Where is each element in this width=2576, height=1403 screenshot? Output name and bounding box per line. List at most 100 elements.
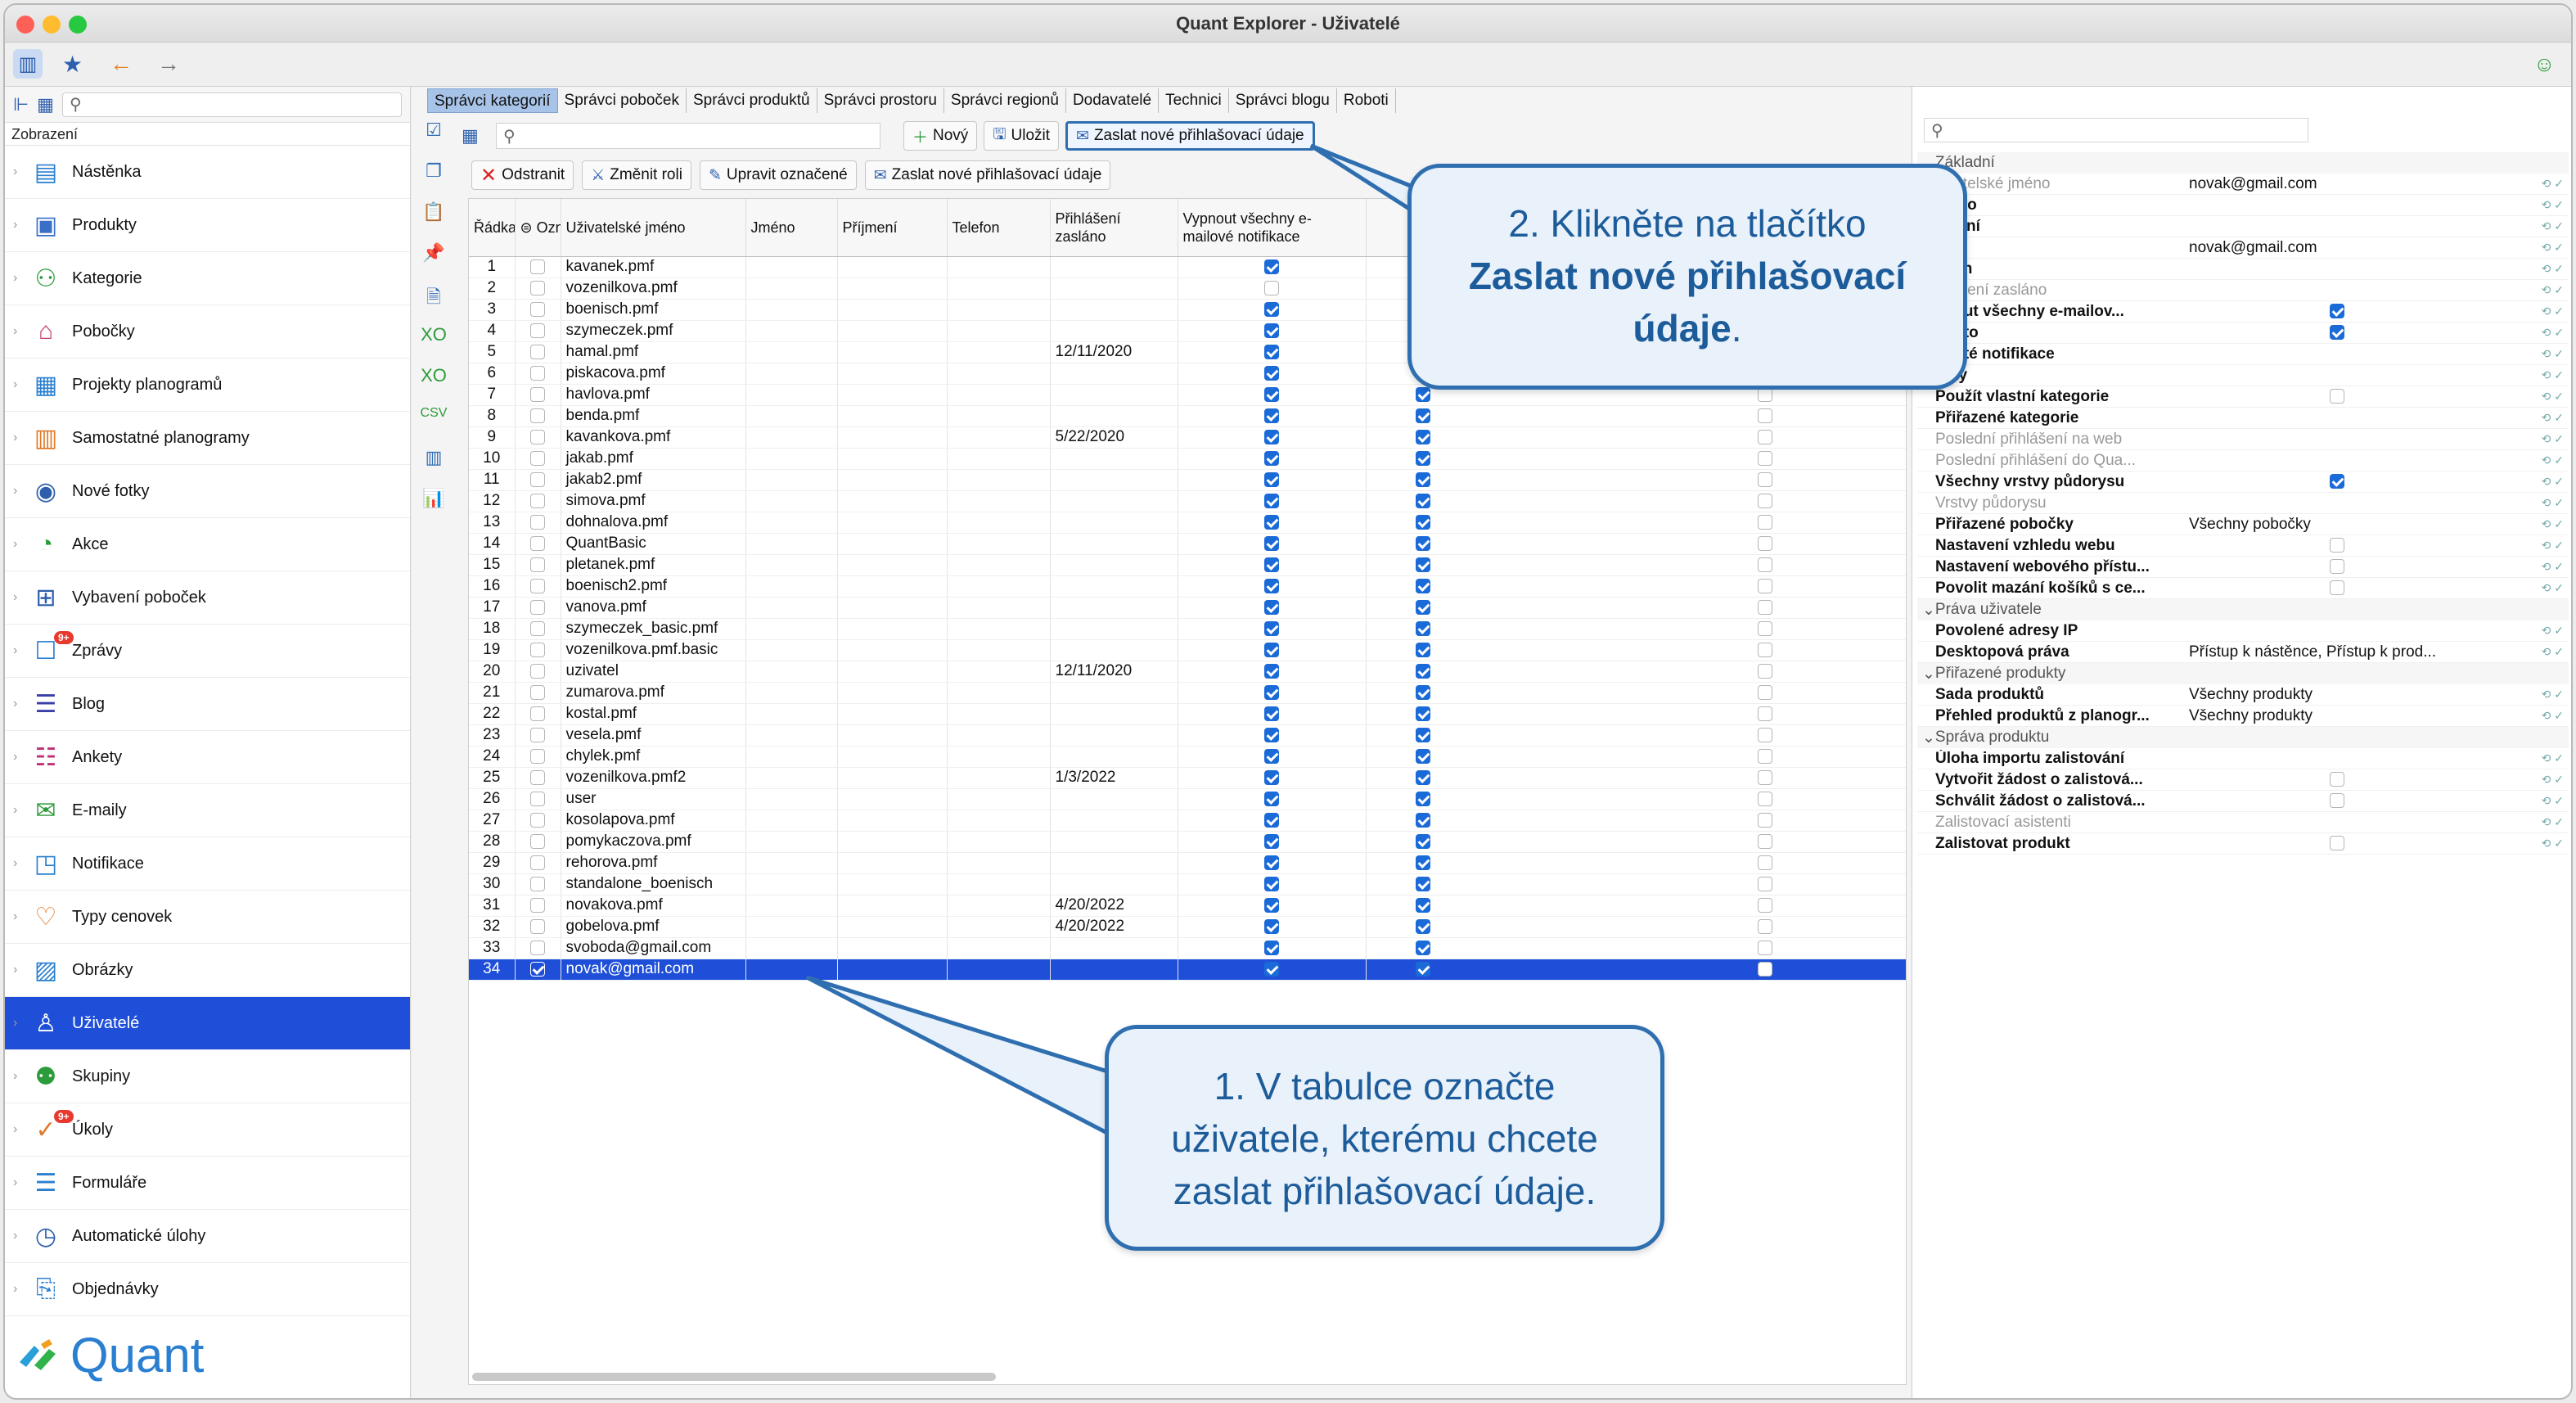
table-row[interactable]: 29 rehorova.pmf <box>469 852 1906 874</box>
marked-cell[interactable] <box>515 277 561 300</box>
marked-cell[interactable] <box>515 405 561 427</box>
extra-checkbox[interactable] <box>1415 599 1430 615</box>
disable-notifications-checkbox[interactable] <box>1264 557 1279 572</box>
extra-checkbox-2[interactable] <box>1757 855 1772 870</box>
property-group-header[interactable]: ⌄ Správa produktu <box>1917 727 2569 748</box>
login-sent-cell[interactable] <box>1050 788 1178 810</box>
property-row[interactable]: Desktopová práva Přístup k nástěnce, Přís… <box>1917 642 2569 663</box>
first-name-cell[interactable] <box>745 320 838 342</box>
disable-notifications-cell[interactable] <box>1178 320 1367 342</box>
table-row[interactable]: 13 dohnalova.pmf <box>469 512 1906 534</box>
row-number-cell[interactable]: 27 <box>469 810 516 832</box>
sidebar-search-input[interactable]: ⚲ <box>61 92 402 117</box>
reset-apply-icon[interactable]: ⟲ ✓ <box>2529 709 2569 723</box>
marked-checkbox[interactable] <box>530 727 545 742</box>
sidebar-item[interactable]: › ◷ Automatické úlohy <box>5 1210 410 1263</box>
extra-cell[interactable] <box>1366 448 1906 470</box>
row-number-cell[interactable]: 25 <box>469 767 516 789</box>
first-name-cell[interactable] <box>745 895 838 917</box>
property-checkbox[interactable] <box>2330 538 2344 553</box>
login-sent-cell[interactable]: 5/22/2020 <box>1050 426 1178 449</box>
last-name-cell[interactable] <box>837 788 948 810</box>
reset-apply-icon[interactable]: ⟲ ✓ <box>2529 496 2569 510</box>
disable-notifications-checkbox[interactable] <box>1264 706 1279 721</box>
extra-cell[interactable] <box>1366 767 1906 789</box>
property-row[interactable]: mailnovak@gmail.com⟲ ✓ <box>1917 237 2569 259</box>
last-name-cell[interactable] <box>837 575 948 598</box>
property-value[interactable] <box>2184 558 2529 576</box>
disable-notifications-cell[interactable] <box>1178 490 1367 512</box>
marked-cell[interactable] <box>515 724 561 747</box>
marked-checkbox[interactable] <box>530 514 545 530</box>
extra-checkbox-2[interactable] <box>1757 429 1772 444</box>
disable-notifications-checkbox[interactable] <box>1264 429 1279 444</box>
login-sent-cell[interactable] <box>1050 320 1178 342</box>
last-name-cell[interactable] <box>837 703 948 725</box>
disable-notifications-cell[interactable] <box>1178 299 1367 321</box>
col-row-number[interactable]: Řádka <box>469 199 516 257</box>
table-view-icon[interactable]: ▦ <box>462 125 489 147</box>
row-number-cell[interactable]: 28 <box>469 831 516 853</box>
disable-notifications-checkbox[interactable] <box>1264 791 1279 806</box>
first-name-cell[interactable] <box>745 299 838 321</box>
marked-cell[interactable] <box>515 384 561 406</box>
extra-cell[interactable] <box>1366 639 1906 661</box>
extra-checkbox[interactable] <box>1415 748 1430 764</box>
table-row[interactable]: 34 novak@gmail.com <box>469 959 1906 981</box>
extra-checkbox[interactable] <box>1415 471 1430 487</box>
disable-notifications-checkbox[interactable] <box>1264 408 1279 423</box>
disable-notifications-cell[interactable] <box>1178 277 1367 300</box>
phone-cell[interactable] <box>947 299 1051 321</box>
tab[interactable]: Technici <box>1159 88 1229 113</box>
row-number-cell[interactable]: 26 <box>469 788 516 810</box>
last-name-cell[interactable] <box>837 639 948 661</box>
login-sent-cell[interactable] <box>1050 682 1178 704</box>
marked-checkbox[interactable] <box>530 280 545 295</box>
last-name-cell[interactable] <box>837 490 948 512</box>
first-name-cell[interactable] <box>745 873 838 895</box>
username-cell[interactable]: novak@gmail.com <box>561 959 746 981</box>
login-sent-cell[interactable] <box>1050 597 1178 619</box>
property-checkbox[interactable] <box>2330 559 2344 575</box>
disable-notifications-cell[interactable] <box>1178 639 1367 661</box>
login-sent-cell[interactable] <box>1050 831 1178 853</box>
disable-notifications-cell[interactable] <box>1178 916 1367 938</box>
marked-checkbox[interactable] <box>530 301 545 317</box>
marked-checkbox[interactable] <box>530 940 545 955</box>
phone-cell[interactable] <box>947 426 1051 449</box>
col-disable-notifications[interactable]: Vypnout všechny e-mailové notifikace <box>1178 199 1367 257</box>
username-cell[interactable]: szymeczek_basic.pmf <box>561 618 746 640</box>
property-row[interactable]: pnout všechny e-mailov... ⟲ ✓ <box>1917 301 2569 323</box>
marked-cell[interactable] <box>515 810 561 832</box>
extra-cell[interactable] <box>1366 597 1906 619</box>
property-checkbox[interactable] <box>2330 389 2344 404</box>
marked-checkbox[interactable] <box>530 833 545 849</box>
property-row[interactable]: Přehled produktů z planogr... Všechny pro… <box>1917 706 2569 727</box>
last-name-cell[interactable] <box>837 405 948 427</box>
phone-cell[interactable] <box>947 831 1051 853</box>
disable-notifications-cell[interactable] <box>1178 767 1367 789</box>
disable-notifications-checkbox[interactable] <box>1264 812 1279 828</box>
row-number-cell[interactable]: 17 <box>469 597 516 619</box>
tab[interactable]: Správci prostoru <box>817 88 944 113</box>
username-cell[interactable]: vesela.pmf <box>561 724 746 747</box>
phone-cell[interactable] <box>947 639 1051 661</box>
disable-notifications-cell[interactable] <box>1178 661 1367 683</box>
columns-icon[interactable]: ▥ <box>417 447 450 475</box>
login-sent-cell[interactable] <box>1050 256 1178 278</box>
property-row[interactable]: Povolit mazání košíků s ce... ⟲ ✓ <box>1917 578 2569 599</box>
marked-checkbox[interactable] <box>530 599 545 615</box>
property-value[interactable] <box>2184 303 2529 321</box>
chevron-right-icon[interactable]: › <box>13 750 17 765</box>
login-sent-cell[interactable] <box>1050 490 1178 512</box>
last-name-cell[interactable] <box>837 682 948 704</box>
disable-notifications-checkbox[interactable] <box>1264 365 1279 381</box>
disable-notifications-cell[interactable] <box>1178 341 1367 363</box>
marked-cell[interactable] <box>515 512 561 534</box>
marked-cell[interactable] <box>515 256 561 278</box>
row-number-cell[interactable]: 33 <box>469 937 516 959</box>
property-row[interactable]: ihlášení zasláno ⟲ ✓ <box>1917 280 2569 301</box>
marked-cell[interactable] <box>515 554 561 576</box>
marked-cell[interactable] <box>515 490 561 512</box>
phone-cell[interactable] <box>947 533 1051 555</box>
